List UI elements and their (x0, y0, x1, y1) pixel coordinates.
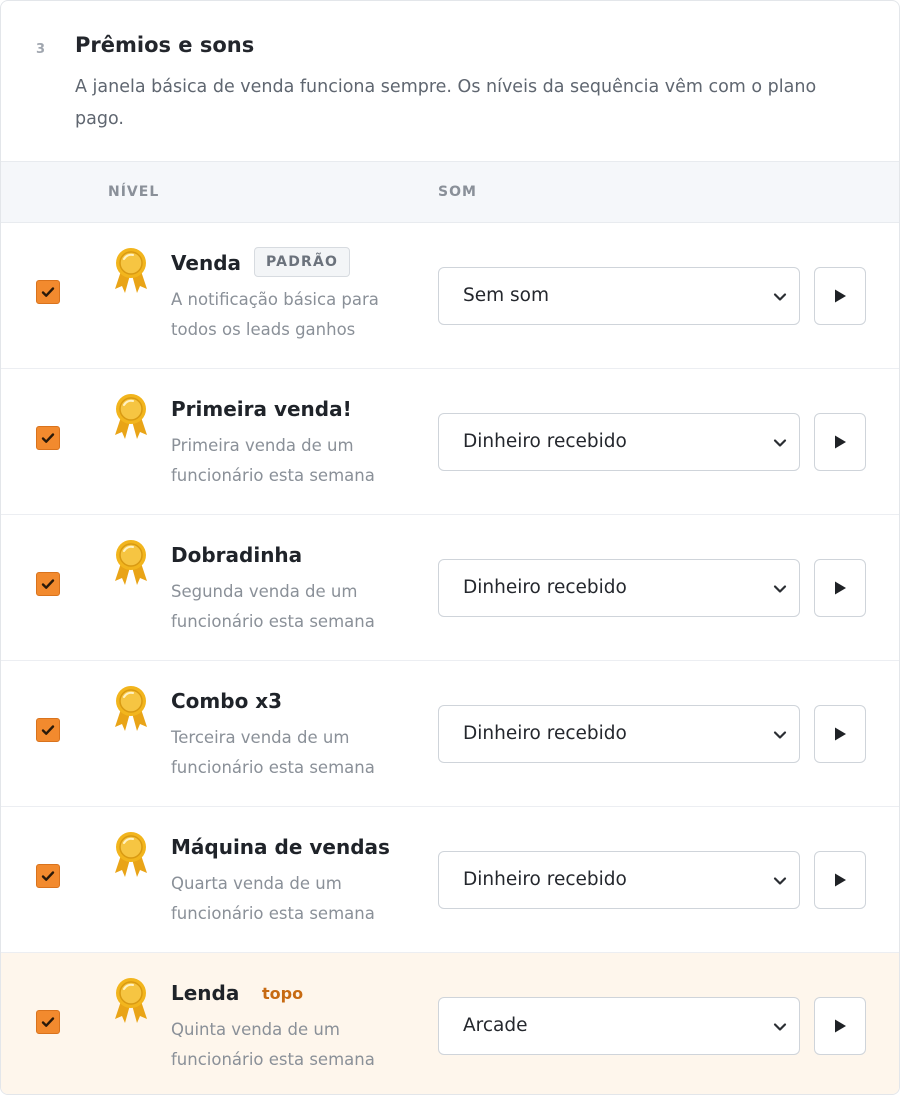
level-row-venda: Venda PADRÃO A notificação básica para t… (1, 223, 899, 369)
level-checkbox[interactable] (36, 1010, 60, 1034)
level-name: Primeira venda! (171, 397, 352, 421)
rewards-sounds-card: 3 Prêmios e sons A janela básica de vend… (0, 0, 900, 1095)
sound-select[interactable]: Dinheiro recebido (438, 851, 800, 909)
sound-select-value: Sem som (463, 285, 550, 306)
sound-select-value: Dinheiro recebido (463, 869, 627, 890)
medal-icon (115, 394, 147, 439)
level-name: Máquina de vendas (171, 835, 390, 859)
chevron-down-icon (773, 439, 787, 447)
level-row-primeira-venda: Primeira venda! Primeira venda de um fun… (1, 369, 899, 515)
top-tier-tag: topo (262, 984, 304, 1003)
play-sound-button[interactable] (814, 559, 866, 617)
chevron-down-icon (773, 293, 787, 301)
medal-icon (115, 978, 147, 1023)
medal-icon (115, 248, 147, 293)
level-description: A notificação básica para todos os leads… (171, 290, 379, 339)
play-icon (835, 873, 846, 887)
play-icon (835, 435, 846, 449)
level-description: Quarta venda de um funcionário esta sema… (171, 874, 375, 923)
section-title: Prêmios e sons (75, 33, 255, 57)
play-sound-button[interactable] (814, 705, 866, 763)
play-icon (835, 727, 846, 741)
sound-select[interactable]: Dinheiro recebido (438, 413, 800, 471)
section-header: 3 Prêmios e sons A janela básica de vend… (1, 1, 899, 162)
sound-select[interactable]: Sem som (438, 267, 800, 325)
section-description: A janela básica de venda funciona sempre… (75, 77, 817, 129)
level-checkbox[interactable] (36, 864, 60, 888)
play-icon (835, 1019, 846, 1033)
default-badge: PADRÃO (254, 247, 351, 277)
checkmark-icon (41, 871, 55, 881)
level-row-lenda: Lenda topo Quinta venda de um funcionári… (1, 953, 899, 1094)
level-checkbox[interactable] (36, 426, 60, 450)
checkmark-icon (41, 725, 55, 735)
sound-select-value: Dinheiro recebido (463, 577, 627, 598)
level-row-dobradinha: Dobradinha Segunda venda de um funcionár… (1, 515, 899, 661)
play-sound-button[interactable] (814, 413, 866, 471)
chevron-down-icon (773, 731, 787, 739)
level-description: Primeira venda de um funcionário esta se… (171, 436, 375, 485)
level-name: Venda (171, 251, 241, 275)
sound-select[interactable]: Dinheiro recebido (438, 705, 800, 763)
chevron-down-icon (773, 877, 787, 885)
play-sound-button[interactable] (814, 997, 866, 1055)
medal-icon (115, 540, 147, 585)
level-name: Combo x3 (171, 689, 283, 713)
level-row-combo-x3: Combo x3 Terceira venda de um funcionári… (1, 661, 899, 807)
level-description: Segunda venda de um funcionário esta sem… (171, 582, 375, 631)
sound-select[interactable]: Dinheiro recebido (438, 559, 800, 617)
level-row-maquina-de-vendas: Máquina de vendas Quarta venda de um fun… (1, 807, 899, 953)
step-number: 3 (36, 42, 46, 57)
sound-select-value: Dinheiro recebido (463, 431, 627, 452)
play-sound-button[interactable] (814, 851, 866, 909)
column-header-level: NÍVEL (108, 184, 160, 200)
checkmark-icon (41, 433, 55, 443)
play-sound-button[interactable] (814, 267, 866, 325)
level-name: Dobradinha (171, 543, 303, 567)
checkmark-icon (41, 579, 55, 589)
play-icon (835, 289, 846, 303)
play-icon (835, 581, 846, 595)
level-description: Quinta venda de um funcionário esta sema… (171, 1020, 375, 1069)
checkmark-icon (41, 287, 55, 297)
level-checkbox[interactable] (36, 280, 60, 304)
chevron-down-icon (773, 1023, 787, 1031)
sound-select-value: Dinheiro recebido (463, 723, 627, 744)
level-checkbox[interactable] (36, 572, 60, 596)
column-header-sound: SOM (438, 184, 477, 200)
level-checkbox[interactable] (36, 718, 60, 742)
checkmark-icon (41, 1017, 55, 1027)
table-header: NÍVEL SOM (1, 162, 899, 223)
sound-select-value: Arcade (463, 1015, 528, 1036)
level-description: Terceira venda de um funcionário esta se… (171, 728, 375, 777)
level-name: Lenda (171, 981, 240, 1005)
medal-icon (115, 832, 147, 877)
sound-select[interactable]: Arcade (438, 997, 800, 1055)
chevron-down-icon (773, 585, 787, 593)
medal-icon (115, 686, 147, 731)
